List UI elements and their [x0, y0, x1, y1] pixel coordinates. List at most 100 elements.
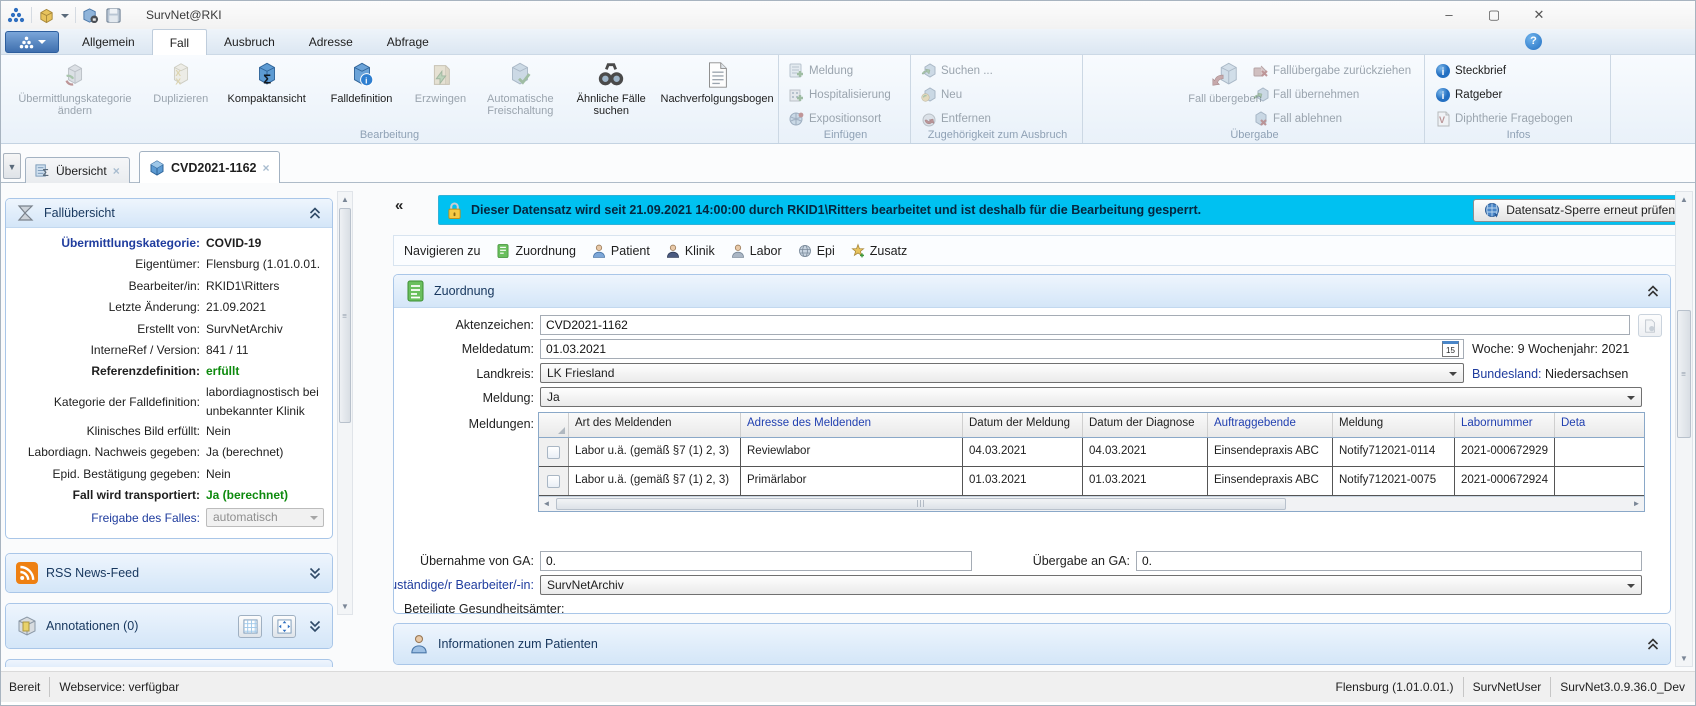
sidebar-scrollbar-thumb[interactable]: ≡ [339, 208, 351, 423]
recheck-lock-button[interactable]: Datensatz-Sperre erneut prüfen [1473, 199, 1686, 222]
quick-access-cube-icon[interactable] [38, 7, 55, 24]
meldung-einfuegen-button[interactable]: Meldung [781, 59, 910, 83]
falluebergabe-zurueckziehen-button[interactable]: Fallübergabe zurückziehen [1245, 59, 1411, 83]
menu-tab-ausbruch[interactable]: Ausbruch [207, 29, 292, 55]
bearbeiter-dropdown[interactable]: SurvNetArchiv [540, 575, 1642, 595]
annotation-move-button[interactable] [272, 615, 296, 638]
menu-tab-fall[interactable]: Fall [152, 29, 207, 55]
field-label: Kategorie der Falldefinition: [6, 383, 206, 421]
column-header[interactable]: Datum der Meldung [963, 413, 1083, 437]
nav-link-zuordnung[interactable]: Zuordnung [495, 243, 575, 259]
table-row[interactable]: Labor u.ä. (gemäß §7 (1) 2, 3) Reviewlab… [539, 438, 1644, 467]
maximize-button[interactable]: ▢ [1479, 5, 1509, 25]
column-header[interactable]: Labornummer [1455, 413, 1555, 437]
scroll-right-icon[interactable]: ► [1629, 497, 1644, 511]
aehnliche-faelle-suchen-button[interactable]: Ähnliche Fälle suchen [566, 58, 656, 117]
table-row[interactable]: Labor u.ä. (gemäß §7 (1) 2, 3) Primärlab… [539, 467, 1644, 496]
hscroll-thumb[interactable]: ||| [556, 498, 1286, 510]
ausbruch-suchen-button[interactable]: Suchen ... [913, 59, 1082, 83]
kompaktansicht-button[interactable]: Σ Kompaktansicht [217, 58, 317, 105]
column-header[interactable]: Art des Meldenden [569, 413, 741, 437]
meldung-dropdown[interactable]: Ja [540, 387, 1642, 407]
falluebersicht-header[interactable]: Fallübersicht [6, 199, 332, 228]
close-tab-icon[interactable]: × [262, 161, 269, 175]
quick-access-lock-cube-icon[interactable] [82, 7, 99, 24]
menu-tab-abfrage[interactable]: Abfrage [370, 29, 446, 55]
sidebar-scrollbar[interactable]: ▲ ≡ ▼ [337, 191, 353, 615]
tab-uebersicht[interactable]: Σ Übersicht × [25, 157, 130, 183]
ribbon-group-uebergabe: Fall übergeben Fallübergabe zurückziehen… [1085, 55, 1425, 143]
scroll-left-icon[interactable]: ◄ [539, 497, 554, 511]
nav-link-labor[interactable]: Labor [730, 243, 782, 259]
landkreis-dropdown[interactable]: LK Friesland [540, 363, 1464, 383]
menu-tab-adresse[interactable]: Adresse [292, 29, 370, 55]
meldedatum-input[interactable] [540, 339, 1464, 359]
case-accept-icon [1253, 87, 1269, 103]
nachverfolgungsbogen-button[interactable]: Nachverfolgungsbogen [656, 58, 778, 105]
patient-header[interactable]: Informationen zum Patienten [394, 624, 1670, 664]
close-tab-icon[interactable]: × [113, 164, 120, 178]
column-header[interactable]: Meldung [1333, 413, 1455, 437]
column-header[interactable]: Adresse des Meldenden [741, 413, 963, 437]
navigate-bar: Navigieren zu Zuordnung Patient Klinik L… [393, 235, 1691, 266]
hospitalisierung-button[interactable]: Hospitalisierung [781, 83, 910, 107]
calendar-picker-icon[interactable]: 15 [1442, 341, 1459, 357]
main-scrollbar-thumb[interactable]: ≡ [1677, 310, 1691, 438]
collapse-chevron-up-icon[interactable] [1646, 284, 1660, 298]
menu-tab-allgemein[interactable]: Allgemein [65, 29, 152, 55]
expand-chevron-down-icon[interactable] [308, 619, 322, 633]
collapse-chevron-up-icon[interactable] [308, 206, 322, 220]
nav-link-zusatz[interactable]: Zusatz [850, 243, 908, 259]
minimize-button[interactable]: – [1434, 5, 1464, 25]
ausbruch-entfernen-button[interactable]: Entfernen [913, 107, 1082, 131]
uebernahme-ga-input[interactable] [540, 551, 972, 571]
column-header[interactable]: Datum der Diagnose [1083, 413, 1208, 437]
rss-header[interactable]: RSS News-Feed [6, 554, 332, 592]
diphtherie-fragebogen-button[interactable]: V Diphtherie Fragebogen [1427, 107, 1610, 131]
scroll-down-icon[interactable]: ▼ [1676, 654, 1692, 663]
nav-link-patient[interactable]: Patient [591, 243, 650, 259]
tab-list-dropdown-button[interactable]: ▼ [3, 153, 21, 179]
erzwingen-button[interactable]: Erzwingen [406, 58, 474, 105]
freigabe-dropdown[interactable]: automatisch [206, 508, 324, 527]
expand-chevron-down-icon[interactable] [308, 566, 322, 580]
uebermittlungskategorie-aendern-button[interactable]: Übermittlungskategorie ändern [5, 58, 145, 117]
collapse-chevron-up-icon[interactable] [1646, 637, 1660, 651]
ausbruch-neu-button[interactable]: Neu [913, 83, 1082, 107]
status-webservice: Webservice: verfügbar [59, 680, 179, 694]
annotation-grid-button[interactable] [238, 615, 262, 638]
steckbrief-button[interactable]: i Steckbrief [1427, 59, 1610, 83]
aktenzeichen-tool-button[interactable] [1638, 314, 1662, 337]
duplizieren-button[interactable]: XX Duplizieren [145, 58, 217, 105]
aktenzeichen-input[interactable] [540, 315, 1630, 335]
scroll-up-icon[interactable]: ▲ [338, 195, 352, 204]
zuordnung-header[interactable]: Zuordnung [394, 275, 1670, 308]
table-horizontal-scrollbar[interactable]: ◄ ||| ► [539, 496, 1644, 511]
row-checkbox[interactable] [547, 446, 560, 459]
scroll-down-icon[interactable]: ▼ [338, 602, 352, 611]
fall-ablehnen-button[interactable]: Fall ablehnen [1245, 107, 1411, 131]
application-menu-button[interactable] [5, 31, 59, 53]
svg-text:V: V [1439, 115, 1445, 125]
fall-uebernehmen-button[interactable]: Fall übernehmen [1245, 83, 1411, 107]
falldefinition-button[interactable]: i Falldefinition [317, 58, 407, 105]
uebergabe-ga-input[interactable] [1136, 551, 1642, 571]
save-icon[interactable] [105, 7, 122, 24]
nav-link-klinik[interactable]: Klinik [665, 243, 715, 259]
annotations-header[interactable]: Annotationen (0) [6, 604, 332, 648]
main-scrollbar[interactable]: ▲ ≡ ▼ [1675, 191, 1693, 667]
quick-access-dropdown-caret[interactable] [61, 14, 69, 22]
tab-case-cvd2021-1162[interactable]: CVD2021-1162 × [139, 151, 280, 183]
column-header[interactable]: Deta [1555, 413, 1644, 437]
collapse-sidebar-button[interactable]: « [395, 197, 401, 214]
selector-column-header[interactable] [539, 413, 569, 437]
scroll-up-icon[interactable]: ▲ [1676, 195, 1692, 204]
row-checkbox[interactable] [547, 475, 560, 488]
help-button[interactable]: ? [1525, 33, 1542, 50]
ratgeber-button[interactable]: i Ratgeber [1427, 83, 1610, 107]
column-header[interactable]: Auftraggebende [1208, 413, 1333, 437]
expositionsort-button[interactable]: Expositionsort [781, 107, 910, 131]
close-button[interactable]: ✕ [1524, 5, 1554, 25]
automatische-freischaltung-button[interactable]: Automatische Freischaltung [474, 58, 566, 117]
nav-link-epi[interactable]: Epi [797, 243, 835, 259]
